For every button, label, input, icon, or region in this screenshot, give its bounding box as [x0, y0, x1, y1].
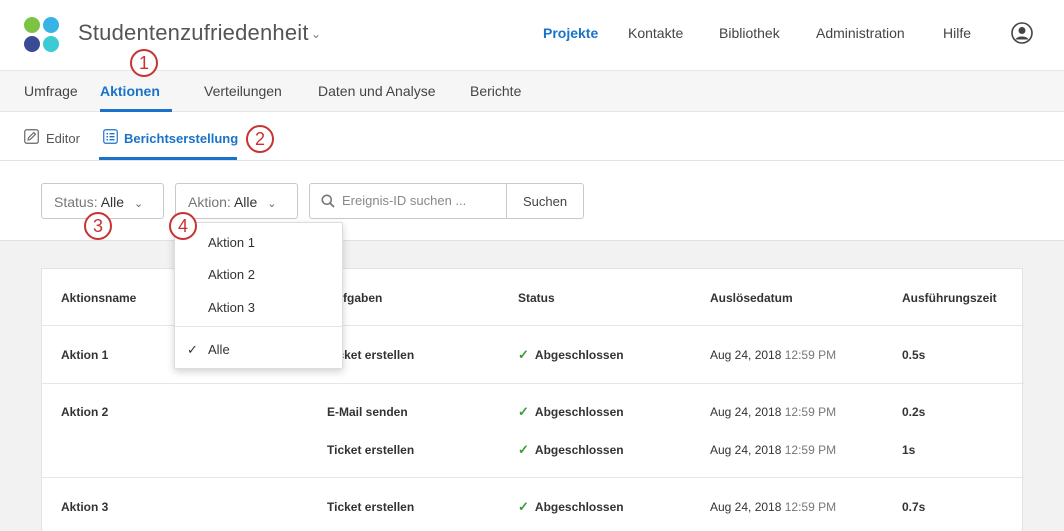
nav-kontakte[interactable]: Kontakte: [628, 25, 683, 41]
event-id-search-input[interactable]: [342, 193, 502, 208]
status-cell: ✓ Abgeschlossen: [518, 442, 624, 458]
callout-marker: 1: [130, 49, 158, 77]
trigger-date: Aug 24, 2018 12:59 PM: [710, 405, 836, 419]
menu-item-alle[interactable]: Alle: [208, 342, 230, 357]
action-name: Aktion 3: [61, 500, 109, 514]
search-box: [309, 183, 507, 219]
project-tabs: Umfrage Aktionen Verteilungen Daten und …: [0, 70, 1064, 112]
checkmark-icon: ✓: [518, 347, 529, 362]
action-filter-menu: Aktion 1 Aktion 2 Aktion 3 ✓ Alle: [174, 222, 343, 369]
menu-item-aktion-3[interactable]: Aktion 3: [208, 300, 255, 315]
trigger-date-day: Aug 24, 2018: [710, 348, 782, 362]
tab-aktionen[interactable]: Aktionen: [100, 83, 160, 99]
trigger-date-day: Aug 24, 2018: [710, 405, 782, 419]
action-name: Aktion 1: [61, 348, 109, 362]
checkmark-icon: ✓: [518, 442, 529, 457]
subtabs: Editor Berichtserstellung: [0, 112, 1064, 161]
pencil-icon: [24, 129, 39, 144]
trigger-date-time: 12:59 PM: [784, 405, 837, 419]
chevron-down-icon[interactable]: ⌄: [311, 27, 321, 41]
status-text: Abgeschlossen: [534, 348, 624, 362]
filter-bar: Status: Alle ⌄ Aktion: Alle ⌄ Suchen: [0, 161, 1064, 241]
project-title[interactable]: Studentenzufriedenheit: [78, 20, 309, 46]
action-filter-value: Alle: [233, 194, 258, 210]
search-button[interactable]: Suchen: [506, 183, 584, 219]
task-name: E-Mail senden: [327, 405, 408, 419]
tab-berichte[interactable]: Berichte: [470, 83, 521, 99]
callout-marker: 2: [246, 125, 274, 153]
callout-marker: 3: [84, 212, 112, 240]
column-header-aktionsname[interactable]: Aktionsname: [61, 291, 136, 305]
active-subtab-indicator: [99, 157, 237, 160]
nav-administration[interactable]: Administration: [816, 25, 905, 41]
menu-item-aktion-2[interactable]: Aktion 2: [208, 267, 255, 282]
main-content: Aktionsname Aufgaben Status Auslösedatum…: [0, 241, 1064, 531]
search-icon: [321, 194, 335, 208]
trigger-date-time: 12:59 PM: [784, 443, 837, 457]
trigger-date: Aug 24, 2018 12:59 PM: [710, 443, 836, 457]
column-header-ausloesedatum[interactable]: Auslösedatum: [710, 291, 793, 305]
checkmark-icon: ✓: [187, 342, 198, 357]
tab-umfrage[interactable]: Umfrage: [24, 83, 78, 99]
column-header-status[interactable]: Status: [518, 291, 555, 305]
status-text: Abgeschlossen: [534, 405, 624, 419]
column-header-ausfuehrungszeit[interactable]: Ausführungszeit: [902, 291, 997, 305]
action-filter-dropdown[interactable]: Aktion: Alle ⌄: [175, 183, 298, 219]
status-cell: ✓ Abgeschlossen: [518, 499, 624, 515]
status-filter-value: Alle: [100, 194, 125, 210]
trigger-date-time: 12:59 PM: [784, 348, 837, 362]
trigger-date: Aug 24, 2018 12:59 PM: [710, 500, 836, 514]
checkmark-icon: ✓: [518, 499, 529, 514]
chevron-down-icon: ⌄: [267, 198, 277, 210]
trigger-date-day: Aug 24, 2018: [710, 500, 782, 514]
status-cell: ✓ Abgeschlossen: [518, 347, 624, 363]
brand-logo-icon[interactable]: [24, 17, 60, 53]
chevron-down-icon: ⌄: [133, 198, 144, 210]
checkmark-icon: ✓: [518, 404, 529, 419]
execution-time: 1s: [902, 443, 916, 457]
nav-projekte[interactable]: Projekte: [543, 25, 598, 41]
menu-item-aktion-1[interactable]: Aktion 1: [208, 235, 255, 250]
callout-marker: 4: [169, 212, 197, 240]
status-filter-label: Status:: [54, 194, 98, 210]
tab-daten-und-analyse[interactable]: Daten und Analyse: [318, 83, 436, 99]
top-bar: Studentenzufriedenheit ⌄ Projekte Kontak…: [0, 0, 1064, 70]
row-divider: [42, 383, 1024, 384]
user-account-icon[interactable]: [1011, 22, 1033, 44]
task-name: Ticket erstellen: [327, 443, 415, 457]
status-cell: ✓ Abgeschlossen: [518, 404, 624, 420]
subtab-berichtserstellung[interactable]: Berichtserstellung: [124, 131, 238, 146]
execution-time: 0.5s: [902, 348, 926, 362]
trigger-date: Aug 24, 2018 12:59 PM: [710, 348, 836, 362]
status-text: Abgeschlossen: [534, 443, 624, 457]
tab-verteilungen[interactable]: Verteilungen: [204, 83, 282, 99]
execution-time: 0.7s: [902, 500, 926, 514]
nav-bibliothek[interactable]: Bibliothek: [719, 25, 780, 41]
status-text: Abgeschlossen: [534, 500, 624, 514]
menu-divider: [175, 326, 342, 327]
action-name: Aktion 2: [61, 405, 109, 419]
action-filter-label: Aktion:: [188, 194, 231, 210]
trigger-date-day: Aug 24, 2018: [710, 443, 782, 457]
subtab-editor[interactable]: Editor: [46, 131, 80, 146]
row-divider: [42, 477, 1024, 478]
trigger-date-time: 12:59 PM: [784, 500, 837, 514]
list-icon: [103, 129, 118, 144]
execution-time: 0.2s: [902, 405, 926, 419]
task-name: Ticket erstellen: [327, 500, 415, 514]
nav-hilfe[interactable]: Hilfe: [943, 25, 971, 41]
